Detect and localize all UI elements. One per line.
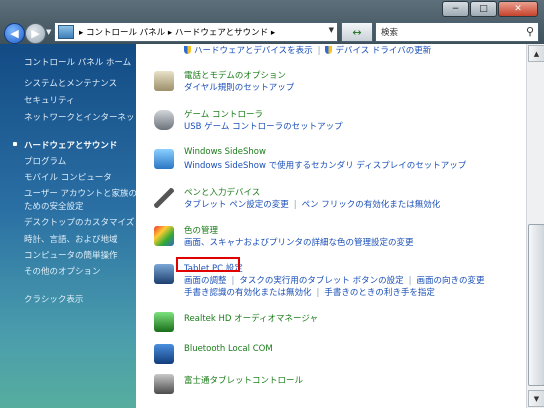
pen-flick-link[interactable]: ペン フリックの有効化または無効化: [302, 200, 441, 210]
screen-orientation-link[interactable]: 画面の向きの変更: [416, 276, 484, 286]
tablet-pc-icon: [154, 264, 174, 284]
shield-icon: [325, 46, 333, 54]
back-arrow-icon[interactable]: ◀: [4, 23, 25, 44]
window-controls: − □ ✕: [442, 1, 538, 17]
handwriting-recognition-link[interactable]: 手書き認識の有効化または無効化: [184, 288, 312, 298]
scroll-up-arrow-icon[interactable]: ▲: [528, 45, 544, 62]
title-bar: − □ ✕ ◀ ▶ ▼ ▸ コントロール パネル ▸ ハードウェアとサウンド ▸…: [0, 0, 544, 44]
tablet-pc-highlight-box: [176, 257, 240, 272]
bluetooth-title[interactable]: Bluetooth Local COM: [184, 344, 273, 354]
usb-controller-link[interactable]: USB ゲーム コントローラのセットアップ: [184, 120, 343, 132]
sideshow-setup-link[interactable]: Windows SideShow で使用するセカンダリ ディスプレイのセットアッ…: [184, 159, 466, 171]
search-box[interactable]: 検索 ⚲: [375, 22, 539, 42]
update-drivers-link[interactable]: デバイス ドライバの更新: [335, 46, 431, 56]
sidebar-item-user-accounts[interactable]: ユーザー アカウントと家族の: [24, 187, 137, 199]
tablet-buttons-link[interactable]: タスクの実行用のタブレット ボタンの設定: [239, 276, 403, 286]
realtek-title[interactable]: Realtek HD オーディオマネージャ: [184, 312, 318, 324]
view-devices-link[interactable]: ハードウェアとデバイスを表示: [194, 46, 313, 56]
sidebar-home-link[interactable]: コントロール パネル ホーム: [24, 56, 131, 68]
forward-arrow-icon[interactable]: ▶: [25, 23, 46, 44]
color-settings-link[interactable]: 画面、スキャナおよびプリンタの詳細な色の管理設定の変更: [184, 236, 414, 248]
pen-input-title[interactable]: ペンと入力デバイス: [184, 186, 260, 198]
vertical-scrollbar[interactable]: ▲ ▼: [526, 44, 544, 408]
fujitsu-tablet-icon: [154, 374, 174, 394]
dialing-rules-link[interactable]: ダイヤル規則のセットアップ: [184, 81, 294, 93]
maximize-button[interactable]: □: [470, 1, 497, 17]
search-icon[interactable]: ⚲: [526, 25, 534, 38]
sidebar-item-mobile[interactable]: モバイル コンピュータ: [24, 171, 112, 183]
refresh-button[interactable]: ↔: [341, 22, 373, 42]
fujitsu-tablet-title[interactable]: 富士通タブレットコントロール: [184, 374, 303, 386]
sidebar-item-network[interactable]: ネットワークとインターネット: [24, 111, 143, 123]
tablet-pen-settings-link[interactable]: タブレット ペン設定の変更: [184, 200, 289, 210]
phone-modem-title[interactable]: 電話とモデムのオプション: [184, 69, 286, 81]
phone-icon: [154, 71, 174, 91]
sidebar-item-user-accounts-2[interactable]: ための安全設定: [24, 200, 84, 212]
sidebar-item-clock[interactable]: 時計、言語、および地域: [24, 233, 118, 245]
sidebar-item-other[interactable]: その他のオプション: [24, 265, 101, 277]
sidebar-item-system[interactable]: システムとメンテナンス: [24, 77, 117, 89]
shield-icon: [184, 46, 191, 54]
sidebar-item-hardware[interactable]: ハードウェアとサウンド: [24, 139, 117, 151]
sidebar-item-desktop[interactable]: デスクトップのカスタマイズ: [24, 216, 134, 228]
gamepad-icon: [154, 110, 174, 130]
control-panel-icon: [58, 25, 74, 39]
color-management-title[interactable]: 色の管理: [184, 224, 218, 236]
color-management-icon: [154, 226, 174, 246]
handedness-link[interactable]: 手書きのときの利き手を指定: [324, 288, 435, 298]
scroll-down-arrow-icon[interactable]: ▼: [528, 390, 544, 407]
recent-pages-chevron-icon[interactable]: ▼: [46, 28, 51, 36]
sidebar-item-security[interactable]: セキュリティ: [24, 94, 75, 106]
sideshow-icon: [154, 149, 174, 169]
game-controller-title[interactable]: ゲーム コントローラ: [184, 108, 263, 120]
control-panel-window: − □ ✕ ◀ ▶ ▼ ▸ コントロール パネル ▸ ハードウェアとサウンド ▸…: [0, 0, 544, 408]
address-breadcrumb[interactable]: ▸ コントロール パネル ▸ ハードウェアとサウンド ▸: [79, 26, 275, 38]
pen-icon: [154, 188, 174, 208]
sideshow-title[interactable]: Windows SideShow: [184, 147, 266, 157]
task-pane: コントロール パネル ホーム システムとメンテナンス セキュリティ ネットワーク…: [0, 44, 143, 408]
main-content: ハードウェアとデバイスを表示 | デバイス ドライバの更新 電話とモデムのオプション…: [136, 44, 526, 408]
address-bar[interactable]: ▸ コントロール パネル ▸ ハードウェアとサウンド ▸ ▼: [54, 22, 338, 42]
close-button[interactable]: ✕: [498, 1, 538, 17]
sidebar-item-ease-of-access[interactable]: コンピュータの簡単操作: [24, 249, 118, 261]
minimize-button[interactable]: −: [442, 1, 469, 17]
sidebar-classic-view[interactable]: クラシック表示: [24, 293, 83, 305]
bluetooth-icon: [154, 344, 174, 364]
address-chevron-down-icon[interactable]: ▼: [329, 26, 334, 34]
scrollbar-thumb[interactable]: [528, 224, 544, 386]
calibrate-screen-link[interactable]: 画面の調整: [184, 276, 227, 286]
speaker-icon: [154, 312, 174, 332]
search-input[interactable]: 検索: [381, 26, 398, 38]
selected-bullet-icon: [13, 142, 17, 146]
sidebar-item-programs[interactable]: プログラム: [24, 155, 66, 167]
